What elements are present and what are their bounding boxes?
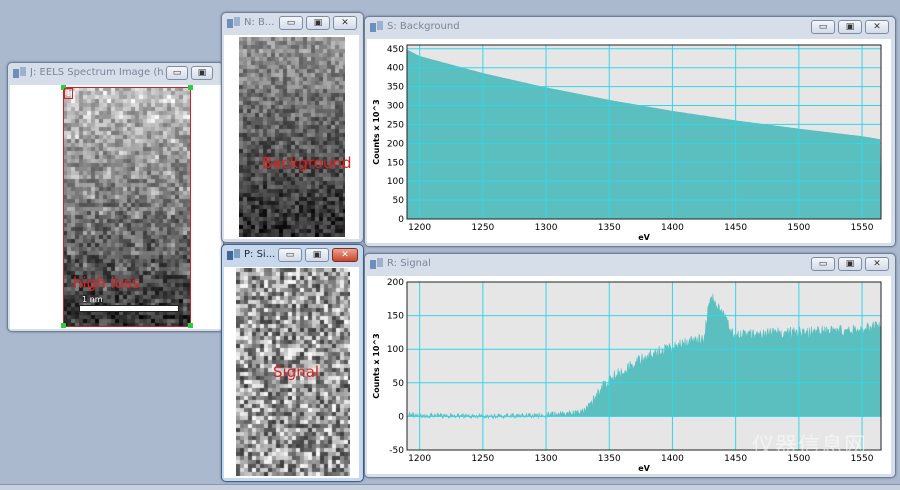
signal-image-window[interactable]: P: Si... ▭ ▣ ✕ Signal <box>221 244 364 482</box>
x-tick-label: 1450 <box>724 454 747 464</box>
image-viewport: Background <box>224 35 359 239</box>
y-tick-label: 350 <box>387 83 404 93</box>
x-tick-label: 1200 <box>408 454 431 464</box>
x-tick-label: 1350 <box>598 223 621 233</box>
background-image-window[interactable]: N: B... ▭ ▣ ✕ Background <box>221 12 364 243</box>
eels-spectrum-image-window[interactable]: J: EELS Spectrum Image (h... ▭ ▣ 1 high … <box>7 62 224 332</box>
x-axis-label: eV <box>638 233 650 242</box>
x-tick-label: 1200 <box>408 223 431 233</box>
high-loss-label: high loss <box>73 274 140 292</box>
restore-button[interactable]: ▣ <box>838 20 862 34</box>
x-tick-label: 1300 <box>535 454 558 464</box>
y-tick-label: 0 <box>398 215 404 225</box>
background-label: Background <box>262 154 352 172</box>
taskbar <box>0 484 900 490</box>
x-axis-label: eV <box>638 464 650 473</box>
window-title: J: EELS Spectrum Image (h... <box>30 67 165 78</box>
y-axis-label: Counts x 10^3 <box>372 333 381 398</box>
y-tick-label: 100 <box>387 345 404 355</box>
restore-button[interactable]: ▣ <box>305 248 329 262</box>
y-tick-label: 300 <box>387 102 404 112</box>
x-tick-label: 1500 <box>787 223 810 233</box>
minimize-button[interactable]: ▭ <box>811 20 835 34</box>
image-viewport: Signal <box>224 267 359 478</box>
y-tick-label: 200 <box>387 278 404 288</box>
image-viewport: 1 high loss 1 nm <box>10 85 221 329</box>
roi-handle[interactable] <box>188 85 193 90</box>
minimize-button[interactable]: ▭ <box>811 257 835 271</box>
close-button[interactable]: ✕ <box>865 257 889 271</box>
plot-area: 1200 1250 1300 1350 1400 1450 1500 1550 0 50 100 15… <box>367 39 891 243</box>
x-tick-label: 1400 <box>661 454 684 464</box>
watermark-logo: 仪器信息网 <box>752 434 868 459</box>
y-axis-label: Counts x 10^3 <box>372 99 381 164</box>
minimize-button[interactable]: ▭ <box>278 248 302 262</box>
spectrum-document-icon <box>370 21 383 32</box>
close-button[interactable]: ✕ <box>333 16 357 30</box>
y-tick-label: 0 <box>398 412 404 422</box>
x-tick-label: 1550 <box>851 223 874 233</box>
title-bar[interactable]: P: Si... ▭ ▣ ✕ <box>222 245 363 267</box>
restore-button[interactable]: ▣ <box>191 66 213 80</box>
y-tick-label: 100 <box>387 177 404 187</box>
y-tick-label: 50 <box>393 379 405 389</box>
x-tick-label: 1300 <box>535 223 558 233</box>
restore-button[interactable]: ▣ <box>306 16 330 30</box>
window-title: R: Signal <box>387 258 431 269</box>
x-tick-label: 1250 <box>471 454 494 464</box>
x-tick-label: 1400 <box>661 223 684 233</box>
restore-button[interactable]: ▣ <box>838 257 862 271</box>
y-tick-label: 250 <box>387 120 404 130</box>
x-tick-label: 1250 <box>471 223 494 233</box>
x-tick-label: 1450 <box>724 223 747 233</box>
roi-handle[interactable] <box>61 323 66 328</box>
signal-label: Signal <box>273 363 320 381</box>
y-tick-label: 400 <box>387 64 404 74</box>
image-document-icon <box>13 67 26 78</box>
image-document-icon <box>227 249 240 260</box>
scale-bar <box>79 305 179 312</box>
y-tick-label: 50 <box>393 196 405 206</box>
background-spectrum-window[interactable]: S: Background ▭ ▣ ✕ 1200 1250 1300 1350 1400… <box>364 16 896 247</box>
window-title: P: Si... <box>244 249 276 260</box>
y-tick-label: 150 <box>387 158 404 168</box>
y-tick-label: 150 <box>387 312 404 322</box>
roi-handle[interactable] <box>188 323 193 328</box>
title-bar[interactable]: N: B... ▭ ▣ ✕ <box>222 13 363 35</box>
x-tick-label: 1350 <box>598 454 621 464</box>
y-tick-label: -50 <box>389 446 404 456</box>
title-bar[interactable]: S: Background ▭ ▣ ✕ <box>365 17 895 39</box>
y-tick-label: 200 <box>387 139 404 149</box>
roi-number-marker: 1 <box>64 88 74 99</box>
window-title: N: B... <box>244 17 275 28</box>
title-bar[interactable]: R: Signal ▭ ▣ ✕ <box>365 254 895 276</box>
title-bar[interactable]: J: EELS Spectrum Image (h... ▭ ▣ <box>8 63 223 85</box>
scale-bar-label: 1 nm <box>82 295 103 304</box>
window-title: S: Background <box>387 21 460 32</box>
background-spectrum-chart[interactable]: 1200 1250 1300 1350 1400 1450 1500 1550 0 50 100 15… <box>367 39 891 243</box>
spectrum-document-icon <box>370 258 383 269</box>
y-tick-label: 450 <box>387 45 404 55</box>
minimize-button[interactable]: ▭ <box>166 66 188 80</box>
close-button[interactable]: ✕ <box>332 248 358 262</box>
close-button[interactable]: ✕ <box>865 20 889 34</box>
image-document-icon <box>227 17 240 28</box>
background-map-image[interactable] <box>239 37 345 237</box>
minimize-button[interactable]: ▭ <box>279 16 303 30</box>
